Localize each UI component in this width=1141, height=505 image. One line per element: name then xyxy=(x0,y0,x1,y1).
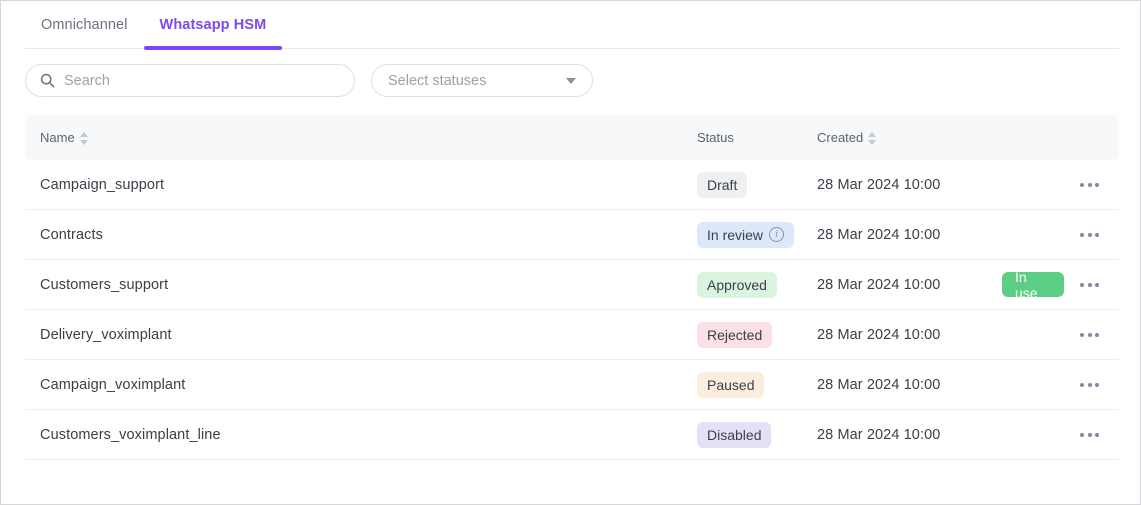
status-badge-label: Rejected xyxy=(707,326,763,343)
cell-actions-wrapper xyxy=(1002,327,1119,343)
status-badge: In review i xyxy=(697,221,795,248)
table-row[interactable]: Customers_voximplant_line Disabled 28 Mar … xyxy=(25,410,1119,460)
cell-status-wrapper: Disabled xyxy=(697,421,817,448)
status-badge-label: Paused xyxy=(707,376,755,393)
column-header-created[interactable]: Created xyxy=(817,130,1002,145)
column-header-created-label: Created xyxy=(817,130,864,145)
cell-name-wrapper: Contracts xyxy=(25,226,697,244)
cell-status-wrapper: Paused xyxy=(697,371,817,398)
tab-whatsapp-hsm[interactable]: Whatsapp HSM xyxy=(143,1,283,50)
cell-actions-wrapper: In use xyxy=(1002,269,1119,301)
status-badge-label: Disabled xyxy=(707,426,762,443)
cell-template-name: Delivery_voximplant xyxy=(40,326,172,343)
status-badge: Draft xyxy=(697,171,748,198)
more-options-icon[interactable] xyxy=(1078,377,1101,393)
chevron-down-icon xyxy=(566,77,576,84)
sort-toggle-created[interactable] xyxy=(868,131,877,145)
tab-bar: Omnichannel Whatsapp HSM xyxy=(25,1,1119,50)
cell-created-date: 28 Mar 2024 10:00 xyxy=(817,426,941,443)
cell-created-wrapper: 28 Mar 2024 10:00 xyxy=(817,226,1002,244)
cell-created-date: 28 Mar 2024 10:00 xyxy=(817,226,941,243)
cell-created-date: 28 Mar 2024 10:00 xyxy=(817,376,941,393)
search-icon xyxy=(40,73,55,88)
status-badge: Rejected xyxy=(697,321,773,348)
table-row[interactable]: Delivery_voximplant Rejected 28 Mar 2024 1… xyxy=(25,310,1119,360)
more-options-icon[interactable] xyxy=(1078,177,1101,193)
cell-created-wrapper: 28 Mar 2024 10:00 xyxy=(817,326,1002,344)
status-filter-placeholder: Select statuses xyxy=(388,72,487,89)
cell-actions-wrapper xyxy=(1002,177,1119,193)
cell-status-wrapper: In review i xyxy=(697,221,817,248)
cell-template-name: Contracts xyxy=(40,226,103,243)
in-use-badge: In use xyxy=(1002,269,1064,301)
more-options-icon[interactable] xyxy=(1078,427,1101,443)
cell-template-name: Customers_voximplant_line xyxy=(40,426,221,443)
info-icon[interactable]: i xyxy=(769,227,785,242)
filter-bar: Select statuses xyxy=(25,64,593,97)
cell-created-wrapper: 28 Mar 2024 10:00 xyxy=(817,426,1002,444)
search-field[interactable] xyxy=(25,64,355,97)
status-badge: Approved xyxy=(697,271,777,298)
cell-created-wrapper: 28 Mar 2024 10:00 xyxy=(817,176,1002,194)
table-row[interactable]: Contracts In review i 28 Mar 2024 10:00 xyxy=(25,210,1119,260)
more-options-icon[interactable] xyxy=(1078,327,1101,343)
cell-name-wrapper: Campaign_support xyxy=(25,176,697,194)
status-badge: Disabled xyxy=(697,421,772,448)
templates-table: Name Status Created Campaign_support Draf… xyxy=(25,115,1119,460)
cell-template-name: Campaign_voximplant xyxy=(40,376,186,393)
column-header-name[interactable]: Name xyxy=(25,130,697,145)
column-header-status-label: Status xyxy=(697,130,734,145)
status-badge-label: Approved xyxy=(707,276,767,293)
cell-status-wrapper: Approved xyxy=(697,271,817,298)
cell-actions-wrapper xyxy=(1002,427,1119,443)
cell-created-date: 28 Mar 2024 10:00 xyxy=(817,276,941,293)
table-row[interactable]: Campaign_support Draft 28 Mar 2024 10:00 xyxy=(25,160,1119,210)
table-header-row: Name Status Created xyxy=(25,115,1119,160)
status-badge-label: Draft xyxy=(707,176,738,193)
cell-status-wrapper: Draft xyxy=(697,171,817,198)
cell-created-wrapper: 28 Mar 2024 10:00 xyxy=(817,376,1002,394)
cell-created-date: 28 Mar 2024 10:00 xyxy=(817,326,941,343)
more-options-icon[interactable] xyxy=(1078,277,1101,293)
cell-actions-wrapper xyxy=(1002,377,1119,393)
cell-template-name: Customers_support xyxy=(40,276,169,293)
cell-name-wrapper: Customers_voximplant_line xyxy=(25,426,697,444)
cell-template-name: Campaign_support xyxy=(40,176,165,193)
cell-status-wrapper: Rejected xyxy=(697,321,817,348)
search-input[interactable] xyxy=(64,72,340,89)
cell-created-wrapper: 28 Mar 2024 10:00 xyxy=(817,276,1002,294)
status-badge-label: In review xyxy=(707,226,764,243)
tab-omnichannel[interactable]: Omnichannel xyxy=(25,1,144,48)
column-header-name-label: Name xyxy=(40,130,75,145)
table-body: Campaign_support Draft 28 Mar 2024 10:00 Co… xyxy=(25,160,1119,460)
sort-toggle-name[interactable] xyxy=(79,131,88,145)
column-header-status: Status xyxy=(697,130,817,145)
status-filter-select[interactable]: Select statuses xyxy=(371,64,593,97)
table-row[interactable]: Customers_support Approved 28 Mar 2024 10:… xyxy=(25,260,1119,310)
hsm-templates-panel: OmnichannelWhatsapp HSM Select statuses … xyxy=(0,0,1141,505)
status-badge: Paused xyxy=(697,371,765,398)
cell-created-date: 28 Mar 2024 10:00 xyxy=(817,176,941,193)
cell-name-wrapper: Campaign_voximplant xyxy=(25,376,697,394)
table-row[interactable]: Campaign_voximplant Paused 28 Mar 2024 10:… xyxy=(25,360,1119,410)
cell-name-wrapper: Customers_support xyxy=(25,276,697,294)
cell-actions-wrapper xyxy=(1002,227,1119,243)
more-options-icon[interactable] xyxy=(1078,227,1101,243)
cell-name-wrapper: Delivery_voximplant xyxy=(25,326,697,344)
